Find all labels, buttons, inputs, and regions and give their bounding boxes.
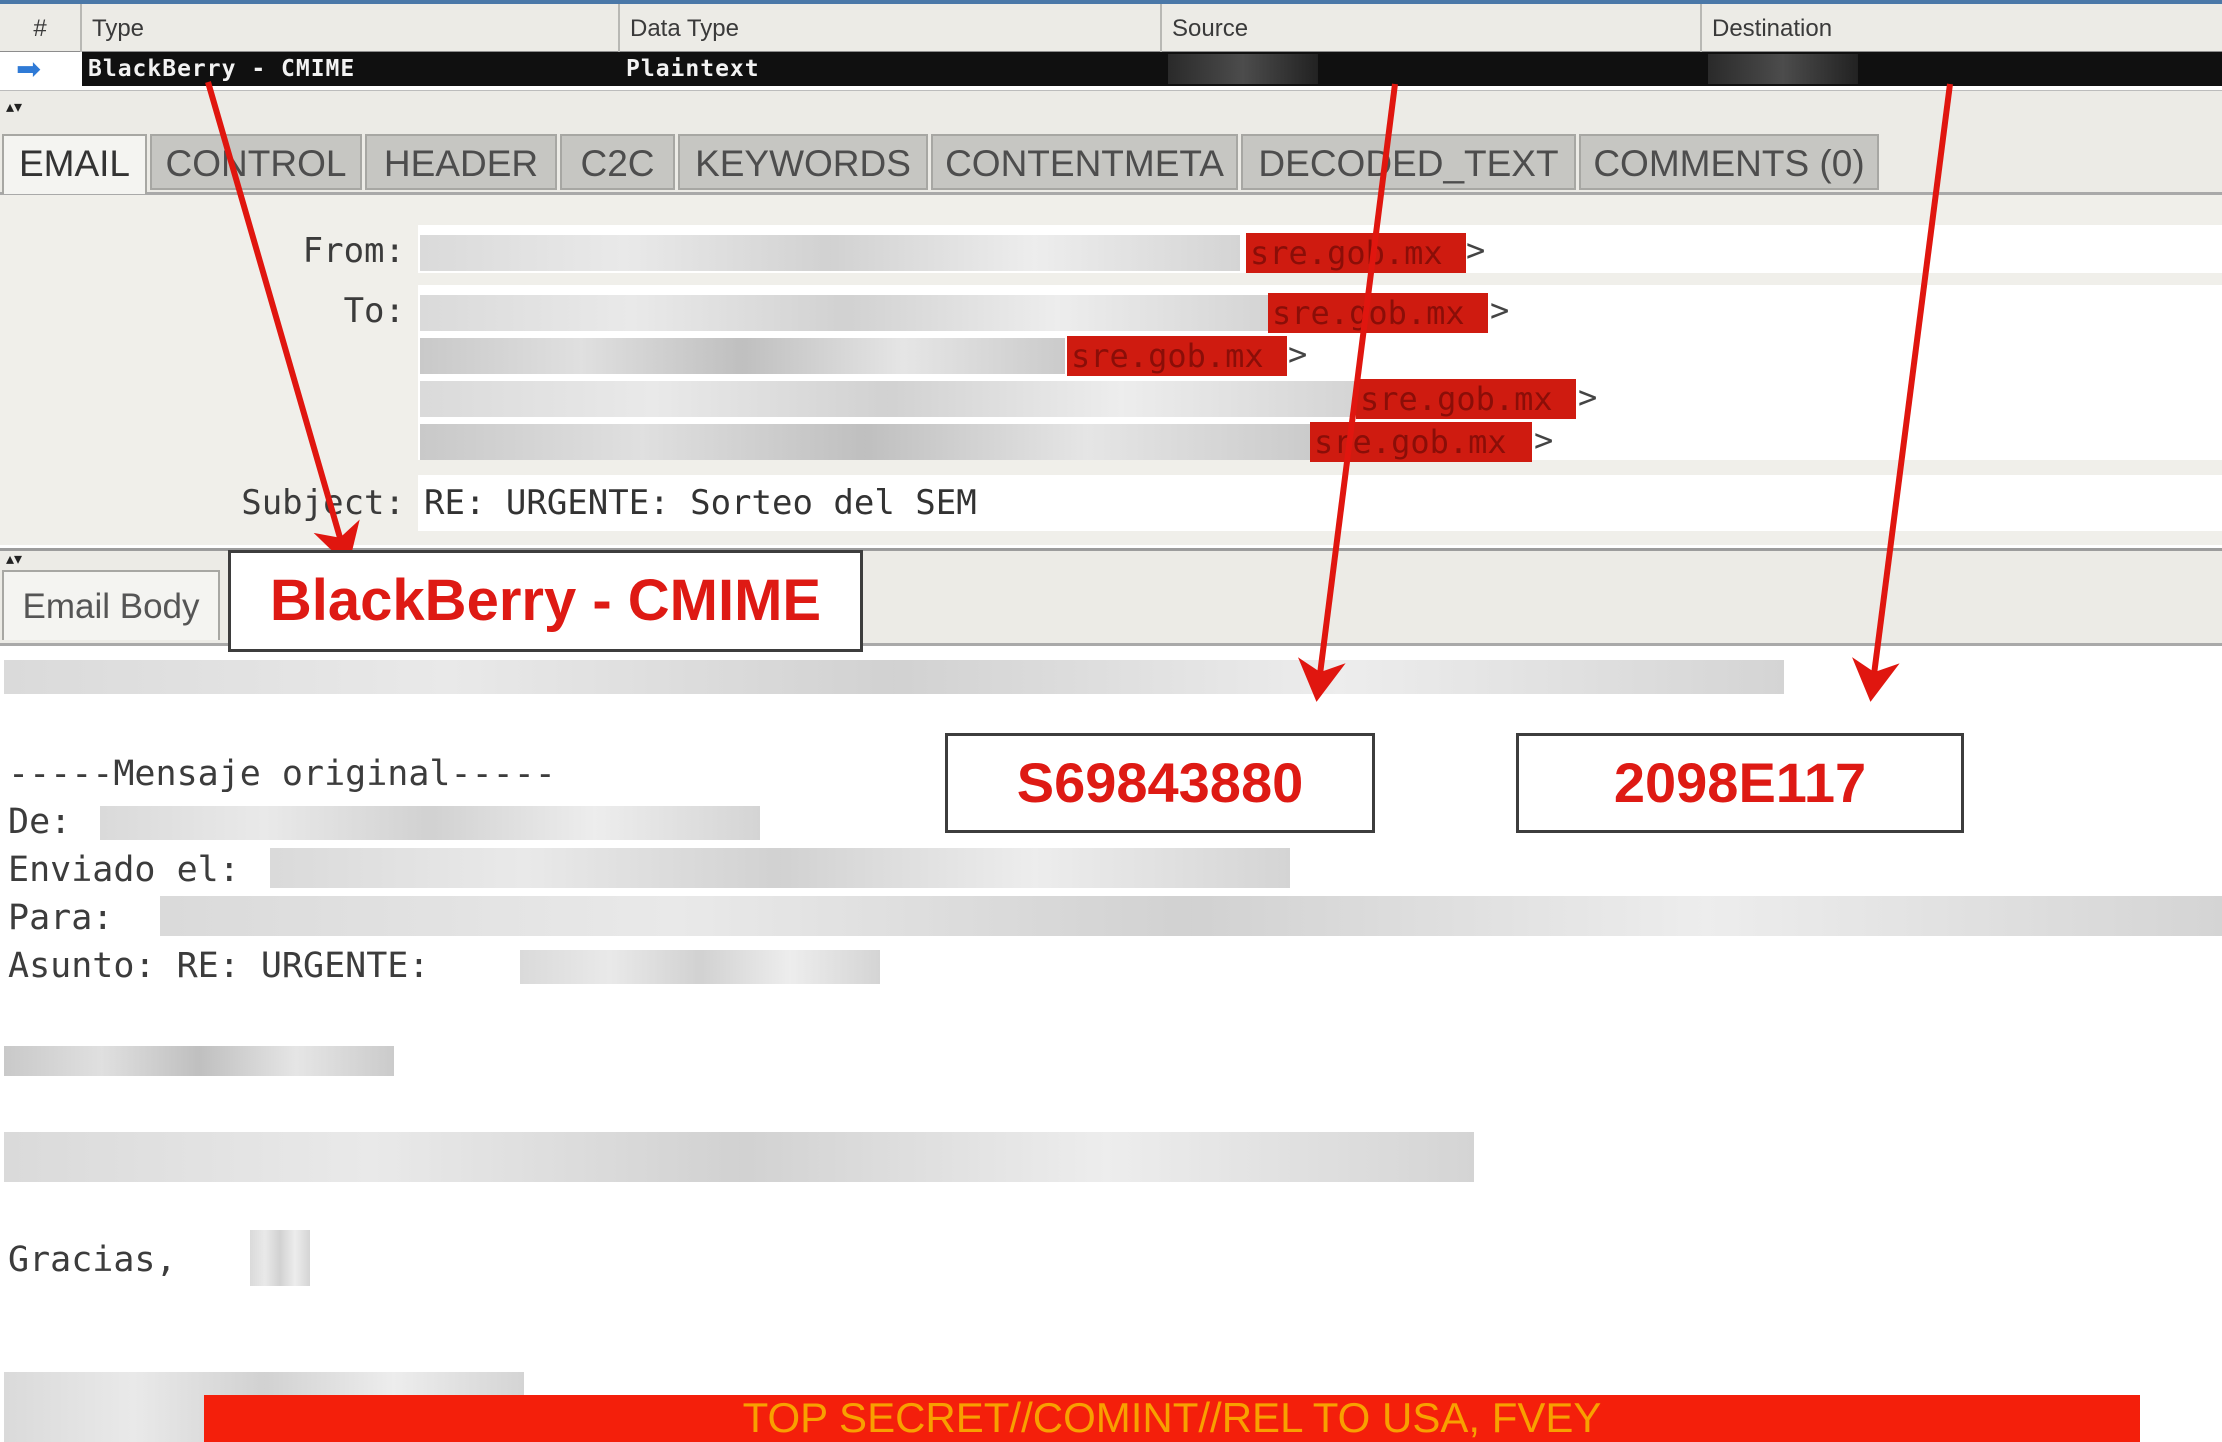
arrow-to-type-callout (205, 81, 360, 567)
destination-callout: 2098E117 (1516, 733, 1964, 833)
arrow-to-destination-callout (1852, 83, 1953, 702)
source-callout: S69843880 (945, 733, 1375, 833)
classification-banner: TOP SECRET//COMINT//REL TO USA, FVEY (204, 1395, 2140, 1442)
type-callout: BlackBerry - CMIME (228, 550, 863, 652)
arrow-to-source-callout (1297, 83, 1398, 702)
annotation-arrows (205, 81, 1953, 702)
